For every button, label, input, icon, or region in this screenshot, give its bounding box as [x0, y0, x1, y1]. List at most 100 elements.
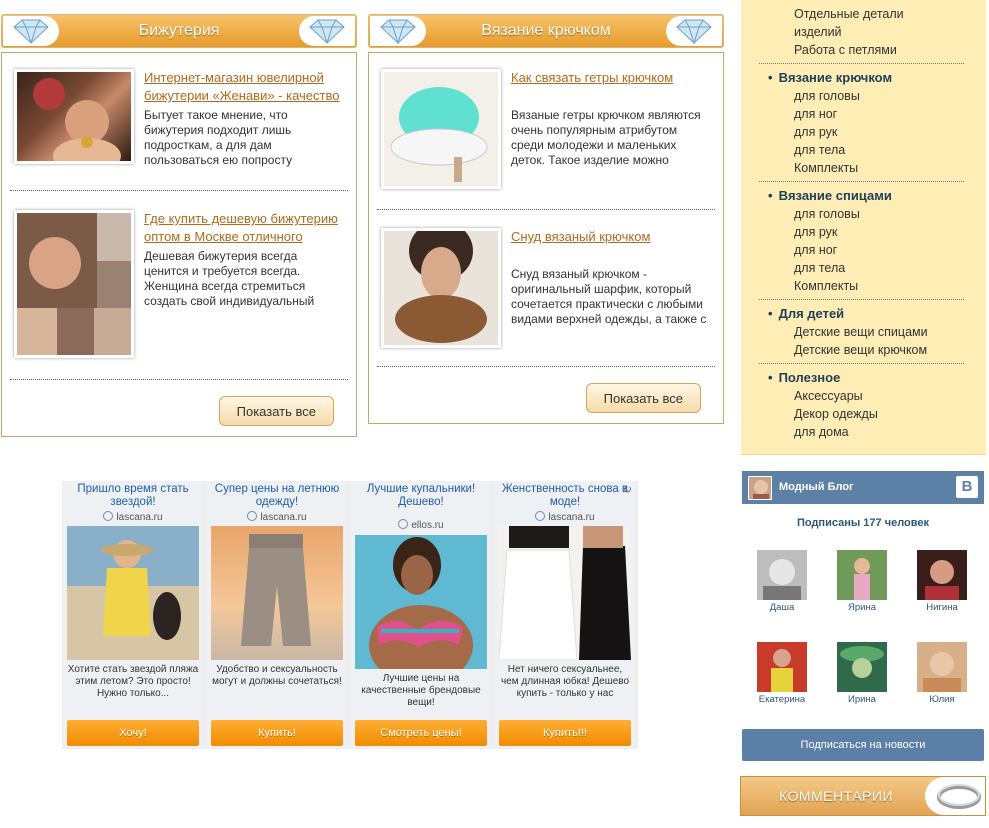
- menu-item[interactable]: Детские вещи крючком: [794, 341, 927, 359]
- menu-category[interactable]: Для детей: [768, 305, 845, 323]
- block-body: Интернет-магазин ювелирной бижутерии «Же…: [1, 52, 357, 437]
- divider: [10, 190, 348, 191]
- block-header[interactable]: Бижутерия: [1, 14, 357, 48]
- diamond-icon: [299, 16, 355, 46]
- subscriber-name[interactable]: Нигина: [912, 602, 972, 613]
- subscriber-name[interactable]: Юлия: [912, 694, 972, 705]
- ad-block: AD Пришло время стать звездой! lascana.r…: [62, 481, 638, 749]
- avatar[interactable]: [757, 550, 807, 600]
- post-title-link[interactable]: Интернет-магазин ювелирной бижутерии «Же…: [144, 69, 344, 105]
- diamond-icon: [370, 16, 426, 46]
- divider: [377, 366, 715, 367]
- menu-item[interactable]: Работа с петлями: [794, 41, 897, 59]
- diamond-icon: [666, 16, 722, 46]
- post-title-link[interactable]: Снуд вязаный крючком: [511, 228, 711, 246]
- page: Бижутерия Интернет-магазин ювелирной биж…: [0, 0, 989, 828]
- subscribers-count: Подписаны 177 человек: [796, 517, 930, 529]
- menu-item[interactable]: для тела: [794, 141, 845, 159]
- ad-text: Хотите стать звездой пляжа этим летом? Э…: [67, 664, 199, 699]
- ad-title[interactable]: Супер цены на летнюю одежду!: [209, 483, 345, 509]
- menu-item[interactable]: Комплекты: [794, 277, 858, 295]
- avatar[interactable]: [757, 642, 807, 692]
- subscriber-name[interactable]: Ярина: [832, 602, 892, 613]
- ad-button[interactable]: Смотреть цены!: [355, 720, 487, 746]
- subscriber-name[interactable]: Даша: [752, 602, 812, 613]
- menu-item[interactable]: для ног: [794, 241, 837, 259]
- post-excerpt: Бытует такое мнение, что бижутерия подхо…: [144, 108, 293, 167]
- show-all-button[interactable]: Показать все: [585, 383, 701, 413]
- post-thumbnail[interactable]: [14, 210, 134, 358]
- group-avatar[interactable]: [748, 476, 772, 500]
- menu-category[interactable]: Вязание крючком: [768, 69, 893, 87]
- globe-icon: [247, 511, 258, 521]
- divider: [759, 363, 964, 364]
- ad-item[interactable]: Лучшие купальники! Дешево! ellos.ru Лучш…: [351, 481, 491, 749]
- avatar[interactable]: [917, 642, 967, 692]
- menu-item[interactable]: Аксессуары: [794, 387, 863, 405]
- block-title: Бижутерия: [138, 22, 220, 39]
- ad-image[interactable]: [211, 526, 343, 660]
- subscriber[interactable]: Юлия: [912, 642, 972, 705]
- subscriber[interactable]: Даша: [752, 550, 812, 613]
- ad-button[interactable]: Хочу!: [67, 720, 199, 746]
- menu-item[interactable]: для головы: [794, 205, 860, 223]
- vk-widget: Модный Блог В Подписаны 177 человек Даша…: [741, 471, 985, 767]
- subscriber[interactable]: Ярина: [832, 550, 892, 613]
- post-title-link[interactable]: Как связать гетры крючком: [511, 69, 711, 87]
- ad-source-domain: ellos.ru: [411, 520, 444, 531]
- menu-item[interactable]: для ног: [794, 105, 837, 123]
- ad-title[interactable]: Женственность снова в моде!: [497, 483, 633, 509]
- category-block-crochet: Вязание крючком Как связать гетры крючко…: [368, 14, 724, 424]
- vk-header[interactable]: Модный Блог В: [742, 471, 984, 504]
- post-excerpt: Дешевая бижутерия всегда ценится и требу…: [144, 249, 315, 308]
- ad-item[interactable]: Пришло время стать звездой! lascana.ru Х…: [63, 481, 203, 749]
- ring-icon: [925, 777, 985, 815]
- menu-item[interactable]: Детские вещи спицами: [794, 323, 928, 341]
- subscribe-button[interactable]: Подписаться на новости: [742, 729, 984, 761]
- menu-item[interactable]: изделий: [794, 23, 842, 41]
- block-title: Вязание крючком: [481, 22, 611, 39]
- menu-category[interactable]: Полезное: [768, 369, 841, 387]
- ad-image[interactable]: [499, 526, 631, 660]
- vk-logo-icon[interactable]: В: [956, 476, 978, 498]
- menu-item[interactable]: для рук: [794, 123, 837, 141]
- menu-item[interactable]: Комплекты: [794, 159, 858, 177]
- subscriber-name[interactable]: Екатерина: [752, 694, 812, 705]
- subscriber[interactable]: Ирина: [832, 642, 892, 705]
- divider: [759, 63, 964, 64]
- menu-item[interactable]: для тела: [794, 259, 845, 277]
- menu-item[interactable]: для головы: [794, 87, 860, 105]
- post-thumbnail[interactable]: [14, 69, 134, 164]
- menu-item[interactable]: Декор одежды: [794, 405, 878, 423]
- ad-image[interactable]: [67, 526, 199, 660]
- ad-image[interactable]: [355, 535, 487, 669]
- block-header[interactable]: Вязание крючком: [368, 14, 724, 48]
- menu-category[interactable]: Вязание спицами: [768, 187, 892, 205]
- ad-text: Нет ничего сексуальнее, чем длинная юбка…: [500, 664, 630, 699]
- avatar[interactable]: [837, 550, 887, 600]
- menu-item[interactable]: для рук: [794, 223, 837, 241]
- ad-source: lascana.ru: [63, 511, 203, 523]
- ad-button[interactable]: Купить!!!: [499, 720, 631, 746]
- show-all-button[interactable]: Показать все: [218, 396, 334, 426]
- ad-title[interactable]: Пришло время стать звездой!: [65, 483, 201, 509]
- avatar[interactable]: [917, 550, 967, 600]
- menu-item[interactable]: для дома: [794, 423, 849, 441]
- ad-title[interactable]: Лучшие купальники! Дешево!: [353, 483, 489, 509]
- avatar[interactable]: [837, 642, 887, 692]
- group-name[interactable]: Модный Блог: [779, 481, 854, 493]
- ad-button[interactable]: Купить!: [211, 720, 343, 746]
- comments-header: КОММЕНТАРИИ: [740, 776, 986, 816]
- subscriber[interactable]: Екатерина: [752, 642, 812, 705]
- diamond-icon: [3, 16, 59, 46]
- ad-item[interactable]: ↻ Женственность снова в моде! lascana.ru…: [495, 481, 635, 749]
- globe-icon: [398, 519, 409, 529]
- menu-item[interactable]: Отдельные детали: [794, 5, 904, 23]
- subscriber[interactable]: Нигина: [912, 550, 972, 613]
- divider: [759, 181, 964, 182]
- subscriber-name[interactable]: Ирина: [832, 694, 892, 705]
- post-title-link[interactable]: Где купить дешевую бижутерию оптом в Мос…: [144, 210, 344, 246]
- post-thumbnail[interactable]: [381, 69, 501, 189]
- ad-item[interactable]: Супер цены на летнюю одежду! lascana.ru …: [207, 481, 347, 749]
- post-thumbnail[interactable]: [381, 228, 501, 348]
